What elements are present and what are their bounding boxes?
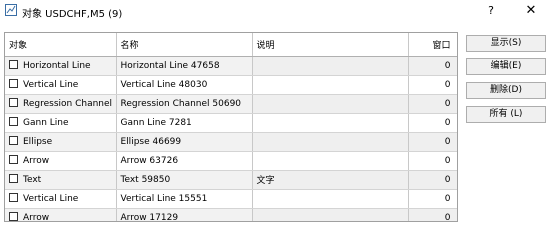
object-name-cell[interactable]: Arrow 63726 [116,151,253,171]
table-row[interactable]: Arrow Arrow 17129 0 [5,208,457,222]
object-name-cell[interactable]: Arrow 17129 [116,208,253,221]
object-type-cell[interactable]: Gann Line [5,113,117,133]
object-name-cell[interactable]: Vertical Line 15551 [116,189,253,209]
object-type-label: Ellipse [23,137,53,147]
object-name-cell[interactable]: Text 59850 [116,170,253,190]
object-type-cell[interactable]: Text [5,170,117,190]
object-name-cell[interactable]: Horizontal Line 47658 [116,56,253,76]
object-type-label: Gann Line [23,118,69,128]
object-description-cell[interactable]: 文字 [252,170,409,190]
object-name-cell[interactable]: Vertical Line 48030 [116,75,253,95]
window-title: 对象 USDCHF,M5 (9) [22,9,123,20]
object-window-cell[interactable]: 0 [408,208,457,221]
object-description-cell[interactable] [252,132,409,152]
object-window-cell[interactable]: 0 [408,132,457,152]
row-checkbox[interactable] [9,174,18,183]
object-type-cell[interactable]: Vertical Line [5,189,117,209]
all-button[interactable]: 所有 (L) [466,106,546,123]
object-name-cell[interactable]: Ellipse 46699 [116,132,253,152]
object-type-cell[interactable]: Horizontal Line [5,56,117,76]
object-description-cell[interactable] [252,189,409,209]
edit-button[interactable]: 编辑(E) [466,58,546,75]
object-description-cell[interactable] [252,94,409,114]
object-type-label: Text [23,175,42,185]
object-window-cell[interactable]: 0 [408,94,457,114]
object-type-label: Arrow [23,213,50,222]
object-description-cell[interactable] [252,56,409,76]
object-name-cell[interactable]: Gann Line 7281 [116,113,253,133]
object-type-label: Regression Channel [23,99,113,109]
object-window-cell[interactable]: 0 [408,75,457,95]
object-description-cell[interactable] [252,113,409,133]
object-description-cell[interactable] [252,208,409,221]
row-checkbox[interactable] [9,212,18,221]
object-window-cell[interactable]: 0 [408,170,457,190]
object-type-cell[interactable]: Arrow [5,208,117,222]
objects-table: 对象 名称 说明 窗口 Horizontal Line Horizontal Li… [4,32,458,222]
show-button[interactable]: 显示(S) [466,35,546,52]
help-button[interactable]: ? [483,3,499,19]
table-row[interactable]: Text Text 59850 文字 0 [5,170,457,190]
object-description-cell[interactable] [252,151,409,171]
object-type-cell[interactable]: Regression Channel [5,94,117,114]
title-bar: 对象 USDCHF,M5 (9) ? ✕ [0,0,554,24]
row-checkbox[interactable] [9,155,18,164]
column-header-window[interactable]: 窗口 [408,33,457,57]
object-window-cell[interactable]: 0 [408,56,457,76]
close-button[interactable]: ✕ [521,3,541,19]
object-type-cell[interactable]: Vertical Line [5,75,117,95]
chart-icon [5,4,17,16]
table-row[interactable]: Horizontal Line Horizontal Line 47658 0 [5,56,457,76]
table-row[interactable]: Arrow Arrow 63726 0 [5,151,457,171]
row-checkbox[interactable] [9,136,18,145]
object-type-cell[interactable]: Arrow [5,151,117,171]
object-type-label: Horizontal Line [23,61,91,71]
column-header-name[interactable]: 名称 [116,33,253,57]
object-name-cell[interactable]: Regression Channel 50690 [116,94,253,114]
table-row[interactable]: Gann Line Gann Line 7281 0 [5,113,457,133]
object-window-cell[interactable]: 0 [408,189,457,209]
table-row[interactable]: Regression Channel Regression Channel 506… [5,94,457,114]
row-checkbox[interactable] [9,79,18,88]
object-type-label: Vertical Line [23,80,79,90]
row-checkbox[interactable] [9,60,18,69]
object-type-cell[interactable]: Ellipse [5,132,117,152]
table-row[interactable]: Vertical Line Vertical Line 48030 0 [5,75,457,95]
object-window-cell[interactable]: 0 [408,113,457,133]
column-header-description[interactable]: 说明 [252,33,409,57]
row-checkbox[interactable] [9,117,18,126]
column-header-object[interactable]: 对象 [5,33,117,57]
object-type-label: Arrow [23,156,50,166]
table-row[interactable]: Ellipse Ellipse 46699 0 [5,132,457,152]
delete-button[interactable]: 删除(D) [466,82,546,99]
object-window-cell[interactable]: 0 [408,151,457,171]
table-header: 对象 名称 说明 窗口 [5,33,457,57]
table-row[interactable]: Vertical Line Vertical Line 15551 0 [5,189,457,209]
object-description-cell[interactable] [252,75,409,95]
row-checkbox[interactable] [9,98,18,107]
row-checkbox[interactable] [9,193,18,202]
object-type-label: Vertical Line [23,194,79,204]
